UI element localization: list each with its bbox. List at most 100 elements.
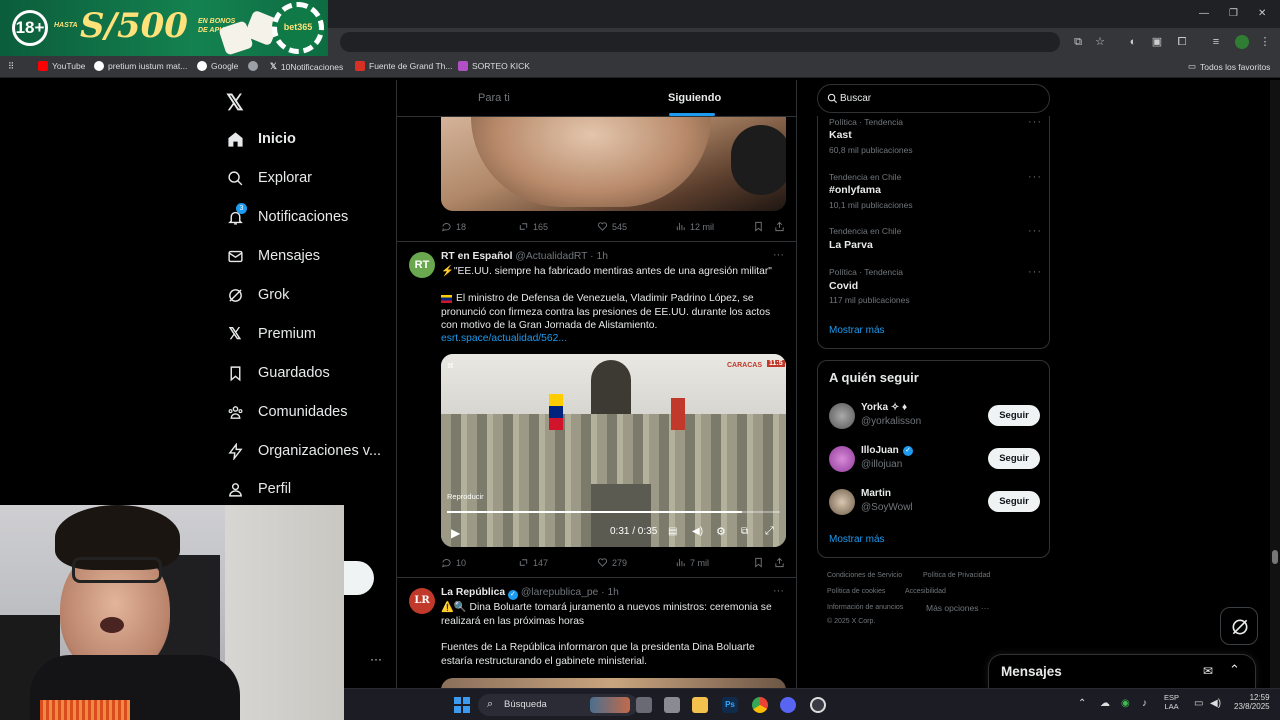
x-logo-icon[interactable]: 𝕏 xyxy=(226,90,244,116)
nav-inicio[interactable]: Inicio xyxy=(226,130,296,148)
language-indicator[interactable]: ESP LAA xyxy=(1164,693,1179,711)
avatar[interactable] xyxy=(829,489,855,515)
search-box[interactable]: Buscar xyxy=(817,84,1050,113)
nav-premium[interactable]: 𝕏 Premium xyxy=(226,325,316,343)
nav-mensajes[interactable]: Mensajes xyxy=(226,247,320,265)
tweet-more-icon[interactable]: ··· xyxy=(773,585,784,597)
file-explorer-icon[interactable] xyxy=(692,697,708,713)
app-icon[interactable] xyxy=(810,697,826,713)
video-player[interactable]: CARACAS 11:5 ⌘ Reproducir ▶ 0:31 / 0:35 … xyxy=(441,354,786,547)
minimize-button[interactable]: — xyxy=(1199,8,1209,19)
tab-para-ti[interactable]: Para ti xyxy=(478,92,510,104)
like-button[interactable]: 545 xyxy=(597,221,627,232)
reply-button[interactable]: 10 xyxy=(441,557,466,568)
star-icon[interactable]: ☆ xyxy=(1093,35,1107,49)
more-icon[interactable]: ··· xyxy=(1028,171,1042,183)
photoshop-icon[interactable]: Ps xyxy=(722,697,738,713)
pip-icon[interactable]: ⧉ xyxy=(741,526,748,537)
all-bookmarks[interactable]: ▭ Todos los favoritos xyxy=(1188,61,1270,72)
tweet-more-icon[interactable]: ··· xyxy=(773,249,784,261)
more-icon[interactable]: ··· xyxy=(1028,225,1042,237)
ad-banner[interactable]: 18+ HASTA S/500 EN BONOS DE APUESTA bet3… xyxy=(0,0,328,56)
discord-icon[interactable] xyxy=(780,697,796,713)
author-handle[interactable]: @ActualidadRT xyxy=(515,251,587,262)
maximize-button[interactable]: ❐ xyxy=(1229,8,1238,19)
tweet-time[interactable]: · 1h xyxy=(601,587,619,598)
network-icon[interactable]: ▭ xyxy=(1194,698,1203,709)
author-name[interactable]: La República xyxy=(441,587,505,598)
avatar[interactable]: RT xyxy=(409,252,435,278)
settings-icon[interactable]: ⚙ xyxy=(716,525,726,538)
nav-perfil[interactable]: Perfil xyxy=(226,480,291,498)
show-more-trends[interactable]: Mostrar más xyxy=(829,325,885,336)
retweet-button[interactable]: 147 xyxy=(518,557,548,568)
apps-icon[interactable]: ⠿ xyxy=(8,61,14,72)
show-more-follow[interactable]: Mostrar más xyxy=(829,534,885,545)
task-view-icon[interactable] xyxy=(636,697,652,713)
kebab-menu-icon[interactable]: ⋮ xyxy=(1258,35,1272,49)
bookmark-globe[interactable] xyxy=(248,61,258,71)
puzzle-icon[interactable]: ⧠ xyxy=(1175,35,1189,49)
taskbar-search[interactable]: ⌕ Búsqueda xyxy=(478,694,638,716)
nav-comunidades[interactable]: Comunidades xyxy=(226,403,347,421)
tweet-image[interactable] xyxy=(441,117,786,211)
avatar[interactable]: LR xyxy=(409,588,435,614)
tray-chevron-icon[interactable]: ⌃ xyxy=(1078,698,1086,709)
collapse-icon[interactable]: ⌃ xyxy=(1229,662,1240,678)
share-button[interactable] xyxy=(774,557,785,568)
tweet-time[interactable]: · 1h xyxy=(590,251,608,262)
volume-icon[interactable]: ◀) xyxy=(1210,698,1221,709)
bookmark-button[interactable] xyxy=(753,221,764,232)
bookmark-pretium[interactable]: pretium iustum mat... xyxy=(94,61,187,71)
bookmark-notificaciones[interactable]: 𝕏 10Notificaciones xyxy=(270,61,343,72)
author-handle[interactable]: @larepublica_pe xyxy=(521,587,598,598)
chrome-icon[interactable] xyxy=(752,697,768,713)
search-input[interactable]: Buscar xyxy=(840,93,871,104)
more-icon[interactable]: ··· xyxy=(1028,116,1042,128)
url-field[interactable] xyxy=(340,32,1060,52)
account-more-icon[interactable]: ··· xyxy=(370,652,382,666)
extension-icon-2[interactable]: ▣ xyxy=(1150,35,1164,49)
messages-drawer[interactable]: Mensajes ✉ ⌃ xyxy=(988,654,1256,688)
follow-button[interactable]: Seguir xyxy=(988,448,1040,469)
playlist-icon[interactable]: ≡ xyxy=(1209,35,1223,49)
video-progress-track[interactable] xyxy=(447,511,780,513)
profile-avatar[interactable] xyxy=(1235,35,1249,49)
nav-guardados[interactable]: Guardados xyxy=(226,364,330,382)
cloud-icon[interactable]: ☁ xyxy=(1100,698,1110,709)
bookmark-sorteo-kick[interactable]: SORTEO KICK xyxy=(458,61,530,71)
views-button[interactable]: 7 mil xyxy=(675,557,709,568)
captions-icon[interactable]: ▤ xyxy=(668,526,677,537)
new-message-icon[interactable]: ✉ xyxy=(1203,664,1213,678)
fullscreen-icon[interactable]: ⤢ xyxy=(765,525,774,538)
app-icon[interactable] xyxy=(664,697,680,713)
bookmark-button[interactable] xyxy=(753,557,764,568)
follow-button[interactable]: Seguir xyxy=(988,405,1040,426)
reply-button[interactable]: 18 xyxy=(441,221,466,232)
close-window-button[interactable]: ✕ xyxy=(1258,8,1266,19)
bookmark-youtube[interactable]: YouTube xyxy=(38,61,85,71)
nav-organizaciones[interactable]: Organizaciones v... xyxy=(226,442,381,460)
bookmark-google[interactable]: Google xyxy=(197,61,238,71)
tweet-link[interactable]: esrt.space/actualidad/562... xyxy=(441,332,567,346)
tray-app-icon[interactable]: ◉ xyxy=(1121,698,1130,709)
avatar[interactable] xyxy=(829,403,855,429)
follow-button[interactable]: Seguir xyxy=(988,491,1040,512)
tab-siguiendo[interactable]: Siguiendo xyxy=(668,92,721,104)
views-button[interactable]: 12 mil xyxy=(675,221,714,232)
scrollbar[interactable] xyxy=(1270,80,1280,688)
extension-icon[interactable]: ◐ xyxy=(1126,35,1140,49)
scrollbar-thumb[interactable] xyxy=(1272,550,1278,564)
nav-grok[interactable]: Grok xyxy=(226,286,289,304)
retweet-button[interactable]: 165 xyxy=(518,221,548,232)
play-button[interactable]: ▶ xyxy=(451,526,460,540)
microphone-icon[interactable]: ♪ xyxy=(1142,698,1147,709)
bookmark-grand-theft[interactable]: Fuente de Grand Th... xyxy=(355,61,452,71)
nav-notificaciones[interactable]: 3 Notificaciones xyxy=(226,203,348,226)
avatar[interactable] xyxy=(829,446,855,472)
author-name[interactable]: RT en Español xyxy=(441,251,513,262)
install-icon[interactable]: ⧉ xyxy=(1071,35,1085,49)
grok-floating-button[interactable] xyxy=(1220,607,1258,645)
more-icon[interactable]: ··· xyxy=(1028,266,1042,278)
nav-explorar[interactable]: Explorar xyxy=(226,169,312,187)
